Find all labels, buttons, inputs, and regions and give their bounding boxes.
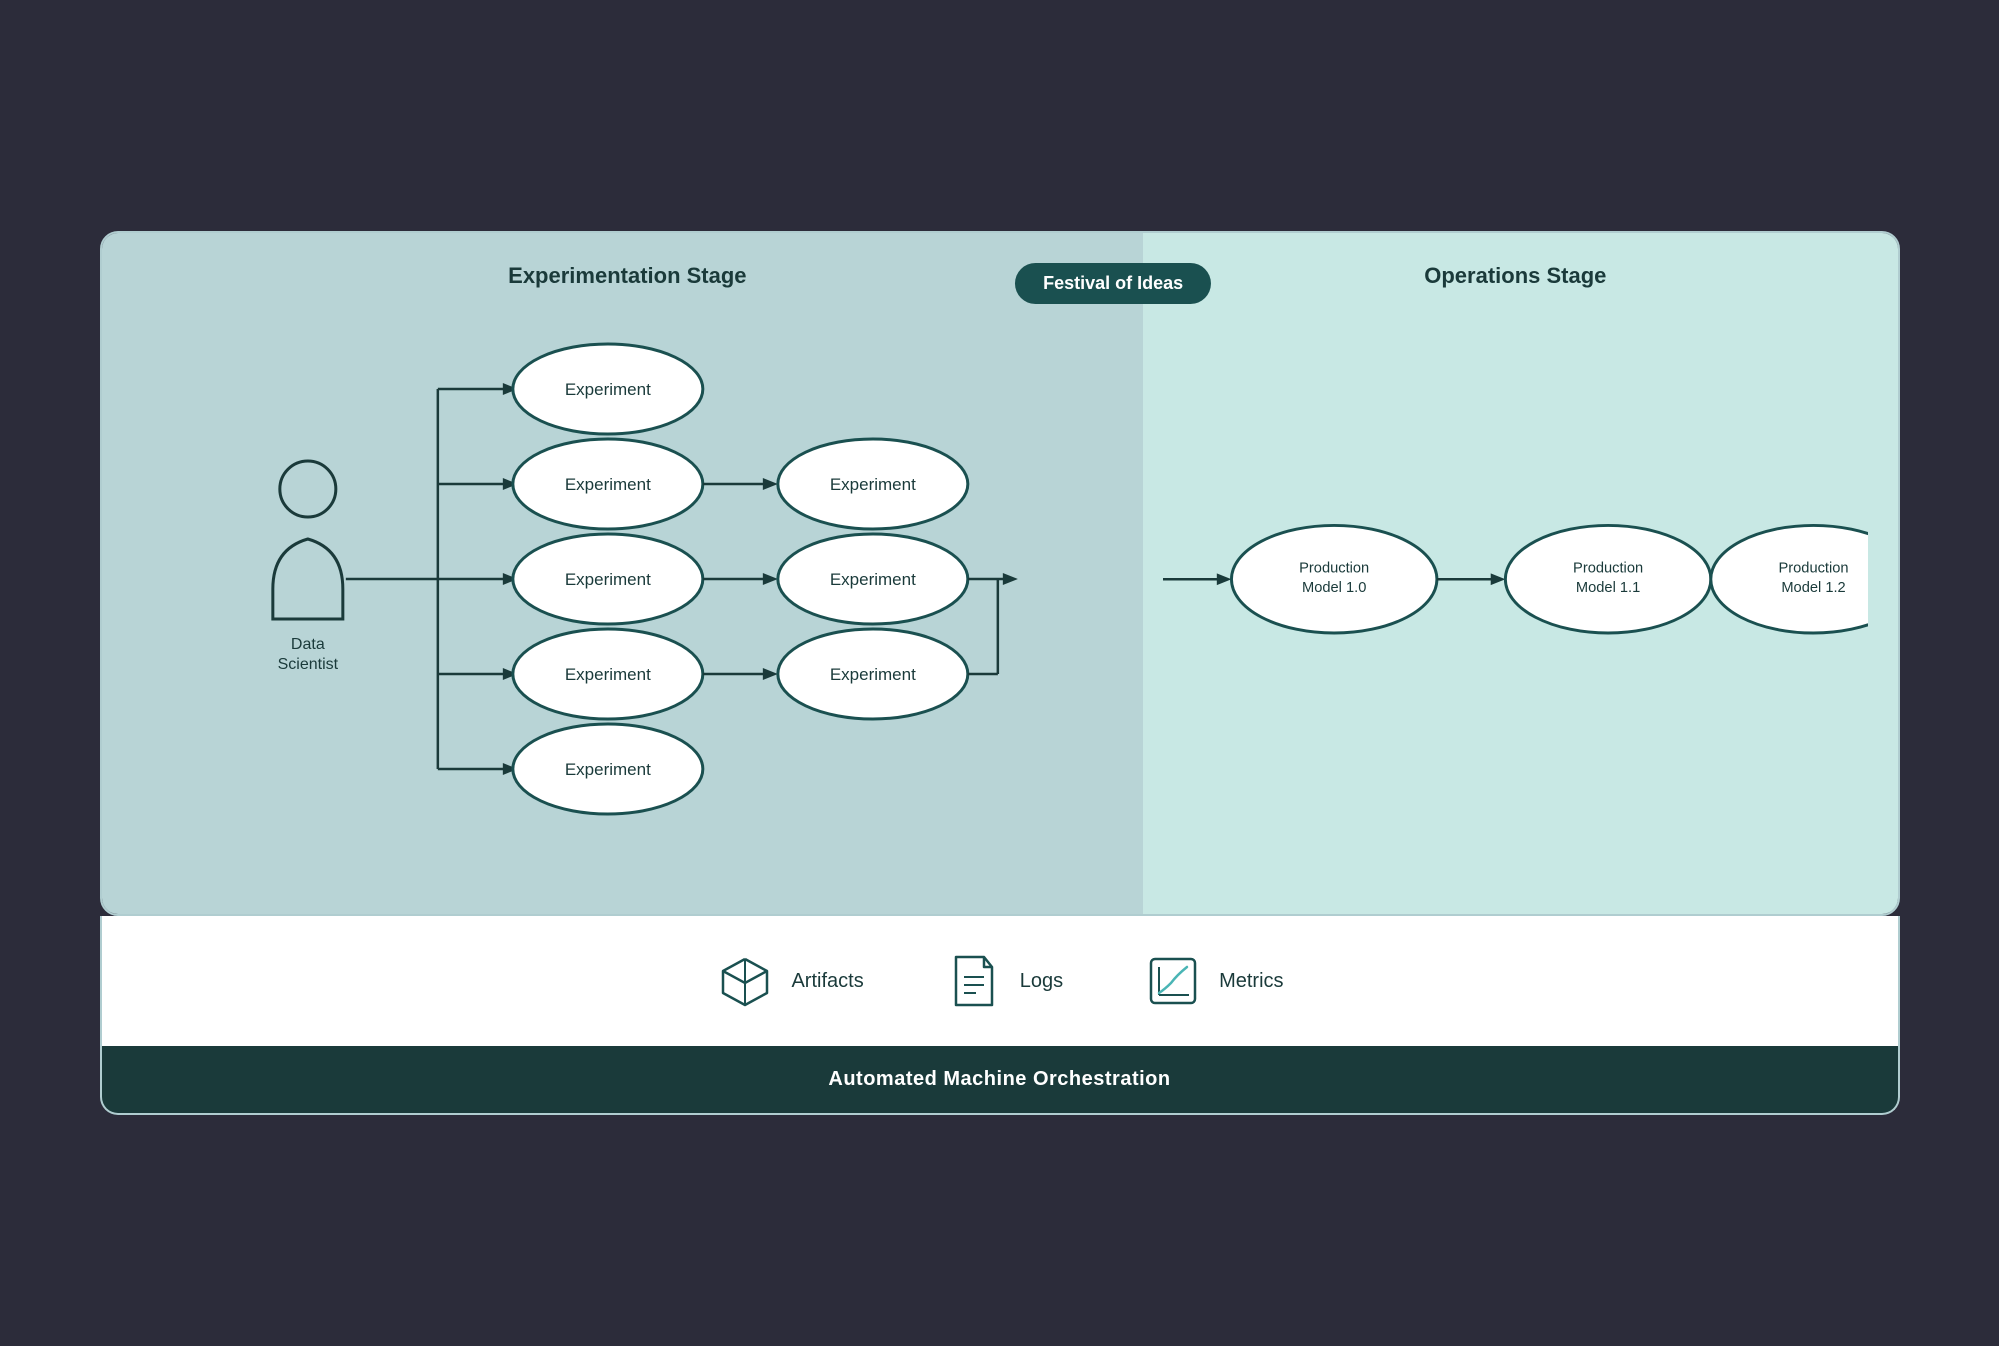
- logs-label: Logs: [1020, 970, 1063, 993]
- svg-text:Experiment: Experiment: [564, 570, 650, 589]
- svg-text:Experiment: Experiment: [829, 570, 915, 589]
- svg-text:Experiment: Experiment: [564, 475, 650, 494]
- artifacts-label: Artifacts: [791, 970, 863, 993]
- chart-icon: [1143, 951, 1203, 1011]
- legend-item-logs: Logs: [944, 951, 1063, 1011]
- svg-text:Experiment: Experiment: [829, 475, 915, 494]
- metrics-label: Metrics: [1219, 970, 1283, 993]
- ops-diagram-svg: Production Model 1.0 Production Model 1.…: [1163, 309, 1867, 869]
- ops-stage-title: Operations Stage: [1163, 263, 1867, 289]
- exp-diagram-svg: Data Scientist Experiment Experiment: [142, 309, 1114, 869]
- festival-badge: Festival of Ideas: [1015, 263, 1211, 304]
- svg-text:Production: Production: [1779, 560, 1849, 576]
- footer-bar: Automated Machine Orchestration: [100, 1046, 1900, 1115]
- svg-text:Production: Production: [1299, 560, 1369, 576]
- svg-text:Experiment: Experiment: [829, 665, 915, 684]
- svg-text:Scientist: Scientist: [277, 656, 338, 673]
- svg-text:Model 1.2: Model 1.2: [1782, 580, 1846, 596]
- footer-text: Automated Machine Orchestration: [828, 1068, 1170, 1090]
- svg-text:Experiment: Experiment: [564, 760, 650, 779]
- ops-stage: Operations Stage Production Model 1.0 Pr…: [1143, 233, 1897, 914]
- svg-text:Experiment: Experiment: [564, 665, 650, 684]
- legend-item-metrics: Metrics: [1143, 951, 1283, 1011]
- svg-text:Model 1.1: Model 1.1: [1576, 580, 1640, 596]
- svg-text:Model 1.0: Model 1.0: [1302, 580, 1366, 596]
- svg-text:Experiment: Experiment: [564, 380, 650, 399]
- diagram-card: Experimentation Stage Festival of Ideas …: [100, 231, 1900, 916]
- svg-text:Data: Data: [290, 636, 324, 653]
- exp-stage: Experimentation Stage Festival of Ideas …: [102, 233, 1144, 914]
- svg-text:Production: Production: [1573, 560, 1643, 576]
- main-wrapper: Experimentation Stage Festival of Ideas …: [100, 231, 1900, 1115]
- legend-card: Artifacts Logs: [100, 916, 1900, 1046]
- box-icon: [715, 951, 775, 1011]
- legend-item-artifacts: Artifacts: [715, 951, 863, 1011]
- document-icon: [944, 951, 1004, 1011]
- exp-stage-title: Experimentation Stage: [142, 263, 1114, 289]
